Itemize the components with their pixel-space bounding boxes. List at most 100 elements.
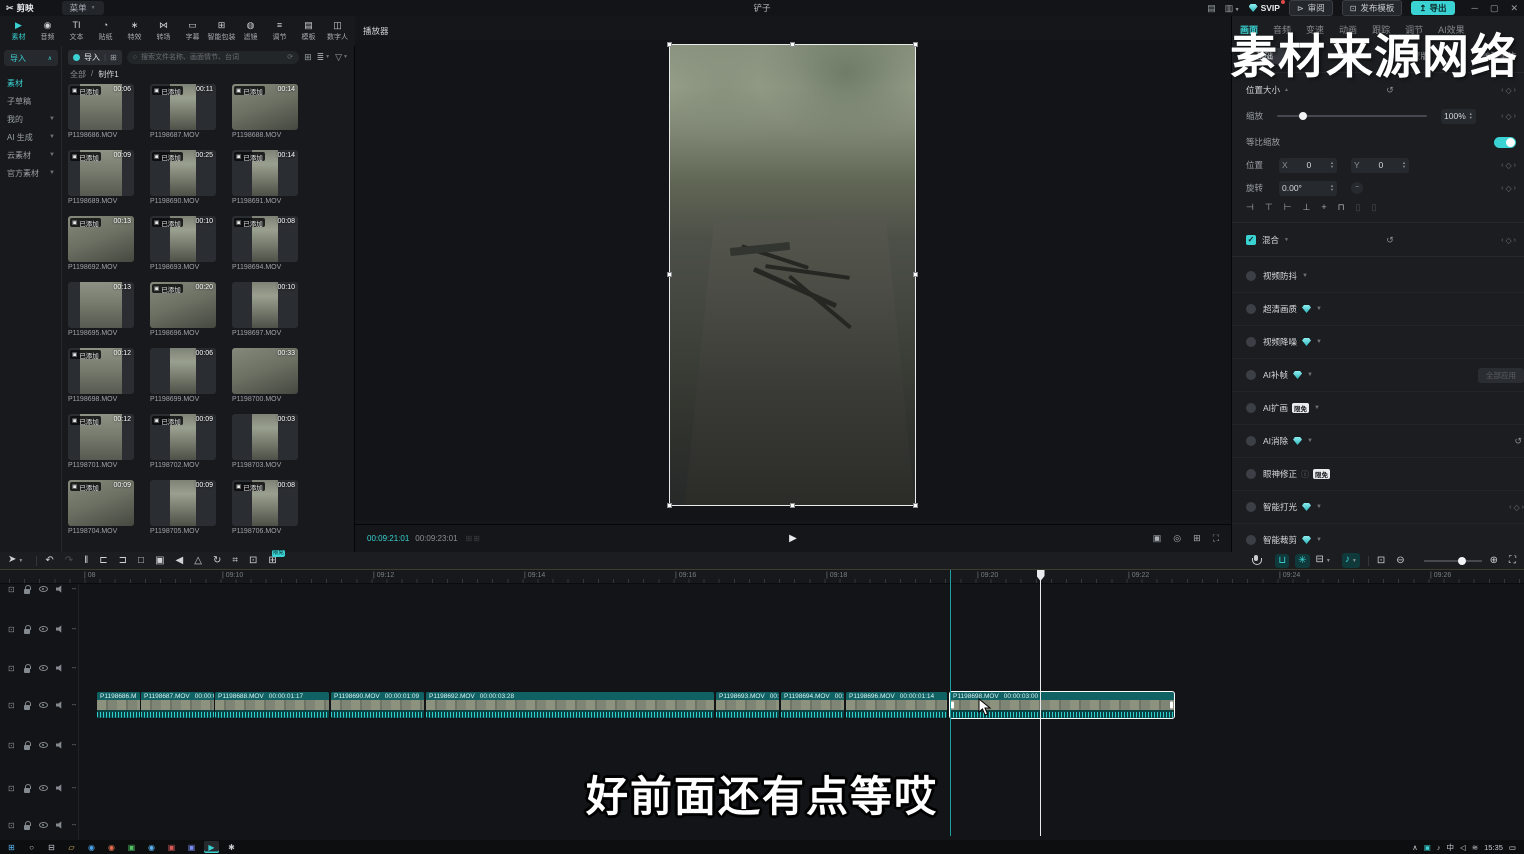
timeline-zoom-slider[interactable] [1424, 560, 1482, 562]
stepper-icon[interactable]: ▲▼ [1469, 112, 1473, 120]
app-icon-purple[interactable]: ▣ [184, 841, 199, 853]
ribbon-tab[interactable]: ∗ 特效 [120, 20, 149, 42]
align-icon[interactable]: ⊓ [1338, 202, 1345, 213]
edge-icon[interactable]: ◉ [84, 841, 99, 853]
ribbon-tab[interactable]: ≡ 调节 [265, 20, 294, 42]
stepper-icon[interactable]: ▲▼ [1330, 184, 1334, 192]
screen-record[interactable]: ⊡▼ [249, 552, 257, 570]
ribbon-tab[interactable]: TI 文本 [62, 20, 91, 42]
sidebar-item[interactable]: 官方素材 ▼ [0, 164, 62, 182]
split[interactable]: ‖▼ [84, 552, 88, 570]
mirror[interactable]: △▼ [194, 552, 202, 570]
chevron-down-icon[interactable]: ▼ [1316, 537, 1322, 543]
feature-row[interactable]: AI消除 ⓘ ▼ ↺ ‹◇› [1232, 425, 1524, 458]
import-grid-icon[interactable]: ⊞ [110, 53, 117, 62]
ribbon-tab[interactable]: ◔ 贴纸 [91, 20, 120, 42]
align-icon[interactable]: ▯ [1356, 202, 1361, 213]
lock-icon[interactable] [23, 664, 31, 673]
feature-row[interactable]: 超清画质 ⓘ ▼ ↺ ‹◇› [1232, 293, 1524, 326]
search-icon[interactable]: ○ [24, 841, 39, 853]
collapse-icon[interactable]: -- [72, 586, 77, 593]
info-icon[interactable]: ⓘ [1301, 469, 1309, 480]
ratio-icon[interactable]: ⊞ [1193, 533, 1201, 544]
media-card[interactable]: ▣ 已添加 00:08 P1198706.MOV [232, 480, 298, 535]
feature-checkbox[interactable] [1246, 271, 1256, 281]
trim-left[interactable]: ⊏▼ [99, 552, 107, 570]
feature-row[interactable]: AI扩画 ⓘ 限免 ▼ ↺ ‹◇› [1232, 392, 1524, 425]
media-card[interactable]: ▣ 已添加 00:03 P1198703.MOV [232, 414, 298, 469]
keyframe-control[interactable]: ‹◇› [1501, 161, 1516, 170]
ribbon-tab[interactable]: ◉ 音频 [33, 20, 62, 42]
tray-mic-icon[interactable]: ♪ [1437, 843, 1441, 852]
svip-button[interactable]: SVIP [1249, 3, 1280, 13]
tray-capcut-icon[interactable]: ▣ [1424, 843, 1431, 852]
position-x-field[interactable]: X 0 ▲▼ [1279, 158, 1337, 173]
lock-icon[interactable] [23, 821, 31, 830]
media-card[interactable]: ▣ 已添加 00:09 P1198689.MOV [68, 150, 134, 205]
align-icon[interactable]: ⊤ [1265, 202, 1273, 213]
collapse-icon[interactable]: -- [72, 665, 77, 672]
chevron-down-icon[interactable]: ▼ [1316, 339, 1322, 345]
app-icon-green[interactable]: ▣ [124, 841, 139, 853]
clip-trim-handle-right[interactable] [1170, 702, 1173, 709]
speaker-icon[interactable] [56, 821, 64, 829]
rotate-field[interactable]: 0.00° ▲▼ [1279, 181, 1337, 196]
taskview-icon[interactable]: ⊟ [44, 841, 59, 853]
feature-row[interactable]: 视频防抖 ⓘ ▼ ↺ ‹◇› [1232, 260, 1524, 293]
ribbon-tab[interactable]: ◍ 滤镜 [236, 20, 265, 42]
trim-right[interactable]: ⊐▼ [119, 552, 127, 570]
zoom-out-icon[interactable]: ⊖ [1396, 552, 1404, 570]
feature-checkbox[interactable] [1246, 469, 1256, 479]
media-card[interactable]: ▣ 已添加 00:20 P1198696.MOV [150, 282, 216, 337]
feature-checkbox[interactable] [1246, 502, 1256, 512]
sidebar-item[interactable]: 子草稿 ▼ [0, 92, 62, 110]
speaker-icon[interactable] [56, 741, 64, 749]
keyframe-control[interactable]: ‹◇› [1501, 236, 1516, 245]
media-card[interactable]: ▣ 已添加 00:33 P1198700.MOV [232, 348, 298, 403]
settings-icon[interactable]: ✱ [224, 841, 239, 853]
video-frame[interactable] [669, 44, 916, 506]
keyframe-control[interactable]: ‹◇› [1509, 503, 1524, 512]
chevron-down-icon[interactable]: ▼ [1316, 306, 1322, 312]
chevron-down-icon[interactable]: ▼ [1307, 438, 1313, 444]
fit-timeline-icon[interactable]: ⛶ [1509, 552, 1516, 570]
slider-knob[interactable] [1299, 112, 1307, 120]
timeline-clip[interactable]: P1198692.MOV 00:00:03:28 [426, 692, 714, 718]
media-card[interactable]: ▣ 已添加 00:14 P1198688.MOV [232, 84, 298, 139]
speaker-icon[interactable] [56, 701, 64, 709]
media-card[interactable]: ▣ 已添加 00:11 P1198687.MOV [150, 84, 216, 139]
lock-icon[interactable] [23, 585, 31, 594]
network-icon[interactable]: ≋ [1472, 843, 1478, 852]
timeline-clip[interactable]: P1198687.MOV 00:00:0 [141, 692, 214, 718]
feature-checkbox[interactable] [1246, 436, 1256, 446]
eye-icon[interactable] [39, 822, 48, 828]
timeline-clip[interactable]: P1198690.MOV 00:00:01:09 [331, 692, 424, 718]
resize-handle[interactable] [790, 503, 795, 508]
lock-icon[interactable] [23, 784, 31, 793]
align-icon[interactable]: + [1321, 202, 1326, 213]
media-card[interactable]: ▣ 已添加 00:13 P1198695.MOV [68, 282, 134, 337]
app-icon-red[interactable]: ▣ [164, 841, 179, 853]
collapse-icon[interactable]: -- [72, 785, 77, 792]
export-button[interactable]: ↥ 导出 [1411, 1, 1454, 15]
resize-handle[interactable] [913, 272, 918, 277]
feature-checkbox[interactable] [1246, 535, 1256, 545]
speaker-icon[interactable] [56, 625, 64, 633]
minimize-button[interactable]: ─ [1472, 3, 1478, 14]
timeline-clip[interactable]: P1198696.MOV 00:00:01:14 [846, 692, 947, 718]
rotate-knob-icon[interactable]: − [1351, 182, 1363, 194]
resize-handle[interactable] [913, 42, 918, 47]
reset-icon[interactable]: ↺ [1386, 235, 1394, 246]
collapse-caret-icon[interactable]: ▲ [1284, 87, 1289, 93]
collapse-icon[interactable]: -- [72, 742, 77, 749]
eye-icon[interactable] [39, 626, 48, 632]
apply-all-button[interactable]: 全部应用 [1478, 368, 1524, 383]
media-card[interactable]: ▣ 已添加 00:09 P1198702.MOV [150, 414, 216, 469]
start-icon[interactable]: ⊞ [4, 841, 19, 853]
scale-value-box[interactable]: 100% ▲▼ [1441, 109, 1476, 124]
freeze-frame[interactable]: ▣▼ [155, 552, 164, 570]
clip-trim-handle-left[interactable] [951, 702, 954, 709]
feature-checkbox[interactable] [1246, 403, 1256, 413]
link-icon[interactable]: ✳▼ [1295, 554, 1309, 568]
align-icon[interactable]: ⊣ [1246, 202, 1254, 213]
